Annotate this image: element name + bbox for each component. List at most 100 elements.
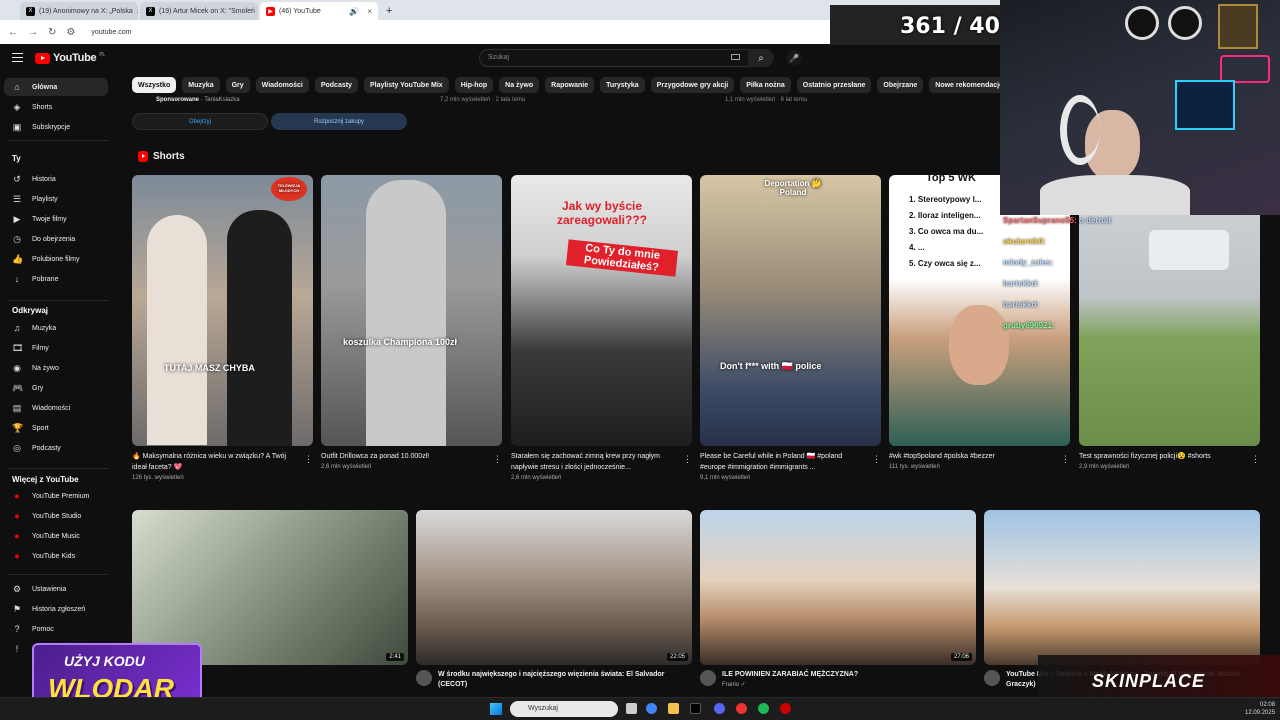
- sidebar-item-download[interactable]: ↓ Pobrane: [4, 270, 108, 288]
- browser-tab-active[interactable]: ▶ (46) YouTube 🔊 ×: [260, 2, 378, 20]
- more-options-icon[interactable]: ⋮: [872, 454, 881, 465]
- new-tab-button[interactable]: +: [380, 2, 398, 20]
- sidebar-item-movies[interactable]: 🎞 Filmy: [4, 339, 108, 357]
- keyboard-icon[interactable]: [731, 54, 740, 60]
- sidebar-item-yt-studio[interactable]: ● YouTube Studio: [4, 507, 108, 525]
- close-tab-icon[interactable]: ×: [137, 7, 138, 16]
- short-card[interactable]: koszulka Championa 100zł Outfit Drillowca…: [321, 175, 502, 470]
- chip-filter[interactable]: Playlisty YouTube Mix: [363, 77, 449, 93]
- short-card[interactable]: Jak wy byście zareagowali??? Co Ty do mni…: [511, 175, 692, 481]
- app-icon[interactable]: [736, 703, 747, 714]
- browser-tab[interactable]: X (19) Artur Micek on X: "Smoleń ×: [140, 2, 258, 20]
- advertiser-name[interactable]: TaniaKsiazka: [204, 97, 239, 103]
- search-button[interactable]: ⌕: [748, 49, 774, 67]
- short-title[interactable]: #wk #top5poland #polska #bezzer: [889, 451, 1070, 462]
- sidebar-item-news[interactable]: ▤ Wiadomości: [4, 399, 108, 417]
- url-field[interactable]: youtube.com: [91, 29, 131, 36]
- sidebar-item-subscriptions[interactable]: ▣ Subskrypcje: [4, 118, 108, 136]
- forward-icon[interactable]: →: [28, 27, 38, 38]
- short-title[interactable]: Test sprawności fizycznej policji😵 #shor…: [1079, 451, 1260, 462]
- channel-avatar[interactable]: [416, 670, 432, 686]
- short-title[interactable]: Please be Careful while in Poland 🇵🇱 #po…: [700, 451, 881, 473]
- video-card[interactable]: 27:06 ILE POWINIEN ZARABIAĆ MĘŻCZYZNA? Fra…: [700, 510, 976, 688]
- chip-filter[interactable]: Wiadomości: [255, 77, 309, 93]
- chip-filter[interactable]: Podcasty: [314, 77, 358, 93]
- sidebar-item-watch-later[interactable]: ◷ Do obejrzenia: [4, 230, 108, 248]
- short-thumbnail[interactable]: TELEWIZJA MŁODYCH TUTAJ MASZ CHYBA: [132, 175, 313, 446]
- video-title[interactable]: ILE POWINIEN ZARABIAĆ MĘŻCZYZNA?: [722, 670, 858, 680]
- sidebar-item-history[interactable]: ↺ Historia: [4, 170, 108, 188]
- sidebar-item-home[interactable]: ⌂ Główna: [4, 78, 108, 96]
- browser-tab[interactable]: X (19) Anonimowy na X: „Polska ×: [20, 2, 138, 20]
- chip-filter[interactable]: Przygodowe gry akcji: [650, 77, 735, 93]
- hamburger-menu-icon[interactable]: [12, 53, 23, 62]
- sidebar-item-yt-premium[interactable]: ● YouTube Premium: [4, 487, 108, 505]
- video-title[interactable]: W środku największego i najcięższego wię…: [438, 670, 692, 690]
- sidebar-item-gaming[interactable]: 🎮 Gry: [4, 379, 108, 397]
- chip-filter[interactable]: Piłka nożna: [740, 77, 791, 93]
- watch-button[interactable]: Obejrzyj: [132, 113, 268, 130]
- chrome-icon[interactable]: [646, 703, 657, 714]
- channel-avatar[interactable]: [984, 670, 1000, 686]
- short-title[interactable]: Starałem się zachować zimną krew przy na…: [511, 451, 692, 473]
- more-options-icon[interactable]: ⋮: [304, 454, 313, 465]
- sidebar-item-playlists[interactable]: ☰ Playlisty: [4, 190, 108, 208]
- close-tab-icon[interactable]: ×: [367, 7, 372, 16]
- short-card[interactable]: Deportation 🤔 Poland Don't f*** with 🇵🇱 p…: [700, 175, 881, 481]
- sidebar-item-settings[interactable]: ⚙ Ustawienia: [4, 580, 108, 598]
- more-options-icon[interactable]: ⋮: [683, 454, 692, 465]
- chip-filter[interactable]: Turystyka: [600, 77, 645, 93]
- short-title[interactable]: Outfit Drillowca za ponad 10.000zł!: [321, 451, 502, 462]
- sidebar-heading-you[interactable]: Ty: [12, 154, 21, 163]
- sidebar-item-sport[interactable]: 🏆 Sport: [4, 419, 108, 437]
- short-card[interactable]: TELEWIZJA MŁODYCH TUTAJ MASZ CHYBA 🔥 Maksy…: [132, 175, 313, 481]
- chip-filter[interactable]: Muzyka: [182, 77, 220, 93]
- sidebar-item-yt-music[interactable]: ● YouTube Music: [4, 527, 108, 545]
- discord-icon[interactable]: [714, 703, 725, 714]
- short-thumbnail[interactable]: Deportation 🤔 Poland Don't f*** with 🇵🇱 p…: [700, 175, 881, 446]
- spotify-icon[interactable]: [758, 703, 769, 714]
- sidebar-item-yt-kids[interactable]: ● YouTube Kids: [4, 547, 108, 565]
- chip-filter[interactable]: Hip-hop: [454, 77, 494, 93]
- sidebar-item-music[interactable]: ♫ Muzyka: [4, 319, 108, 337]
- video-thumbnail[interactable]: 27:06: [700, 510, 976, 665]
- taskbar-search[interactable]: Wyszukaj: [510, 701, 618, 717]
- more-options-icon[interactable]: ⋮: [1251, 454, 1260, 465]
- video-card[interactable]: 22:05 W środku największego i najcięższeg…: [416, 510, 692, 690]
- microphone-icon[interactable]: 🎤: [786, 50, 802, 66]
- video-thumbnail[interactable]: 22:05: [416, 510, 692, 665]
- more-options-icon[interactable]: ⋮: [493, 454, 502, 465]
- channel-avatar[interactable]: [700, 670, 716, 686]
- short-title[interactable]: 🔥 Maksymalna różnica wieku w związku? A …: [132, 451, 313, 473]
- youtube-logo[interactable]: YouTube PL: [35, 52, 105, 64]
- short-thumbnail[interactable]: koszulka Championa 100zł: [321, 175, 502, 446]
- sidebar-item-liked[interactable]: 👍 Polubione filmy: [4, 250, 108, 268]
- speaker-icon[interactable]: 🔊: [349, 7, 359, 16]
- sidebar-item-shorts[interactable]: ◈ Shorts: [4, 98, 108, 116]
- sidebar-item-report-history[interactable]: ⚑ Historia zgłoszeń: [4, 600, 108, 618]
- shop-button[interactable]: Rozpocznij zakupy: [271, 113, 407, 130]
- reload-icon[interactable]: ↻: [48, 27, 56, 38]
- search-input[interactable]: Szukaj: [479, 49, 749, 67]
- chip-filter[interactable]: Obejrzane: [877, 77, 924, 93]
- obs-icon[interactable]: [780, 703, 791, 714]
- sidebar-item-your-videos[interactable]: ▶ Twoje filmy: [4, 210, 108, 228]
- chip-filter[interactable]: Nowe rekomendacje: [929, 77, 1009, 93]
- sidebar-item-live[interactable]: ◉ Na żywo: [4, 359, 108, 377]
- chip-filter[interactable]: Wszystko: [132, 77, 177, 93]
- sidebar-item-podcast[interactable]: ◎ Podcasty: [4, 439, 108, 457]
- sidebar-item-help[interactable]: ? Pomoc: [4, 620, 108, 638]
- channel-name[interactable]: Franio ✓: [722, 681, 858, 688]
- chip-filter[interactable]: Rapowanie: [545, 77, 595, 93]
- back-icon[interactable]: ←: [8, 27, 18, 38]
- site-settings-icon[interactable]: ⚙: [66, 27, 75, 38]
- clock[interactable]: 02:08 12.09.2025: [1245, 701, 1275, 717]
- chip-filter[interactable]: Gry: [225, 77, 250, 93]
- video-thumbnail[interactable]: [984, 510, 1260, 665]
- chip-filter[interactable]: Ostatnio przesłane: [796, 77, 872, 93]
- video-thumbnail[interactable]: 2:41: [132, 510, 408, 665]
- windows-start-icon[interactable]: [490, 703, 502, 715]
- file-explorer-icon[interactable]: [668, 703, 679, 714]
- short-thumbnail[interactable]: Jak wy byście zareagowali??? Co Ty do mni…: [511, 175, 692, 446]
- more-options-icon[interactable]: ⋮: [1061, 454, 1070, 465]
